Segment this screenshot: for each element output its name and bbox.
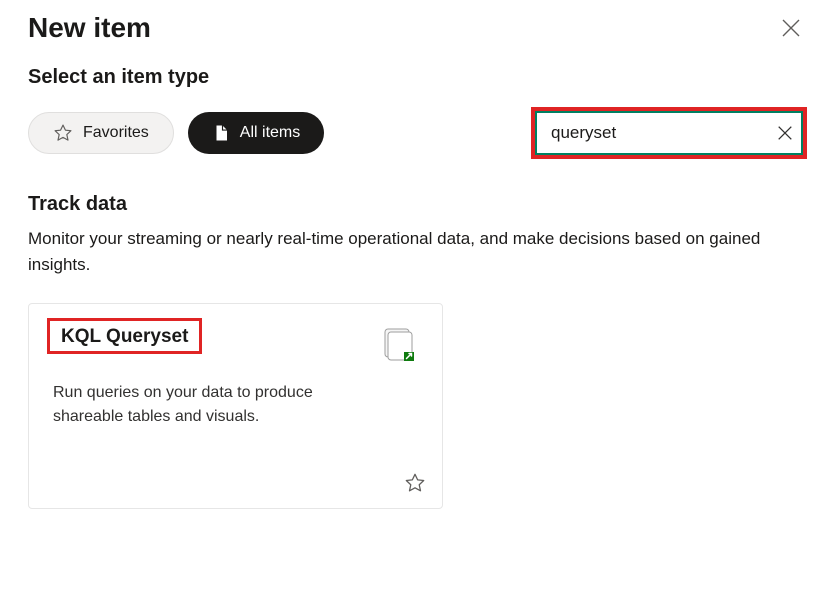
clear-search-button[interactable] [772,120,798,146]
filter-row: Favorites All items [28,103,807,163]
search-highlight-box [531,107,807,159]
file-icon [212,124,230,142]
search-input[interactable] [551,123,772,143]
item-card-kql-queryset[interactable]: KQL Queryset Run queries on your data to… [28,303,443,509]
filter-pill-group: Favorites All items [28,112,324,154]
star-icon [404,472,426,494]
close-icon [781,18,801,38]
section-description: Monitor your streaming or nearly real-ti… [28,226,788,279]
all-items-filter-button[interactable]: All items [188,112,324,154]
all-items-label: All items [240,124,300,142]
card-title: KQL Queryset [53,322,196,351]
subtitle: Select an item type [28,66,807,89]
close-icon [776,124,794,142]
favorites-filter-button[interactable]: Favorites [28,112,174,154]
card-description: Run queries on your data to produce shar… [53,381,353,429]
page-title: New item [28,12,151,44]
close-button[interactable] [775,12,807,44]
section-title: Track data [28,193,807,216]
favorites-label: Favorites [83,124,149,142]
favorite-toggle-button[interactable] [404,472,426,494]
search-field-wrapper [535,111,803,155]
star-icon [53,123,73,143]
queryset-icon [382,328,416,367]
